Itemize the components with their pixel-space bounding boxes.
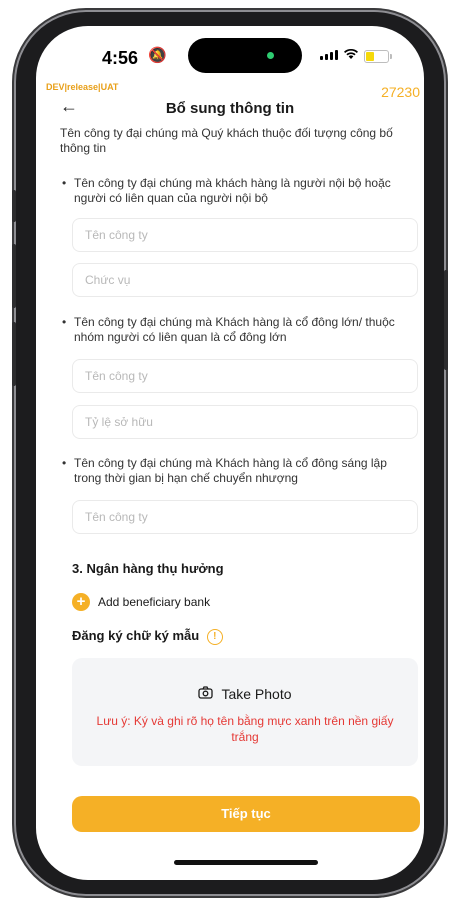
camera-icon: [198, 686, 214, 702]
intro-text: Tên công ty đại chúng mà Quý khách thuộc…: [60, 126, 393, 155]
signature-note: Lưu ý: Ký và ghi rõ họ tên bằng mực xanh…: [96, 714, 394, 744]
status-bar: 4:56 🔕: [36, 26, 424, 84]
silent-switch: [12, 190, 16, 222]
bell-muted-icon: 🔕: [148, 47, 167, 64]
power-button: [444, 270, 448, 370]
bank-section-title: 3. Ngân hàng thụ hưởng: [72, 561, 224, 576]
battery-icon: [364, 50, 389, 63]
signal-icon: [320, 50, 338, 60]
group-3-label: • Tên công ty đại chúng mà Khách hàng là …: [62, 456, 387, 485]
nav-bar: ← Bổ sung thông tin: [36, 96, 424, 128]
group-1-company-input[interactable]: Tên công ty: [72, 218, 418, 252]
page-title: Bổ sung thông tin: [165, 100, 295, 117]
battery-cap: [390, 54, 392, 59]
add-beneficiary-bank-button[interactable]: + Add beneficiary bank: [72, 593, 210, 611]
dynamic-island: [188, 38, 302, 73]
signature-photo-box[interactable]: Take Photo Lưu ý: Ký và ghi rõ họ tên bằ…: [72, 658, 418, 766]
volume-down-button: [12, 322, 16, 386]
group-1-position-input[interactable]: Chức vụ: [72, 263, 418, 297]
volume-up-button: [12, 244, 16, 308]
home-indicator: [174, 860, 318, 865]
group-3-company-input[interactable]: Tên công ty: [72, 500, 418, 534]
signature-title: Đăng ký chữ ký mẫu: [72, 628, 200, 643]
add-beneficiary-bank-label: Add beneficiary bank: [98, 595, 211, 609]
continue-button[interactable]: Tiếp tục: [72, 796, 420, 832]
wifi-icon: [343, 47, 359, 64]
group-2-company-input[interactable]: Tên công ty: [72, 359, 418, 393]
status-time: 4:56: [102, 48, 139, 68]
info-icon[interactable]: !: [206, 628, 223, 645]
signature-section: Đăng ký chữ ký mẫu !: [72, 628, 223, 645]
group-2-label: • Tên công ty đại chúng mà Khách hàng là …: [62, 315, 395, 344]
privacy-dot-icon: [267, 52, 274, 59]
take-photo-button[interactable]: Take Photo: [72, 686, 418, 702]
screen: 4:56 🔕 DEV|release|UAT 27230 ← Bổ sung t…: [36, 26, 424, 880]
env-label: DEV|release|UAT: [46, 82, 119, 92]
group-1-label: • Tên công ty đại chúng mà khách hàng là …: [62, 176, 391, 205]
take-photo-label: Take Photo: [221, 686, 292, 702]
plus-circle-icon: +: [72, 593, 90, 611]
group-2-ownership-input[interactable]: Tỷ lệ sở hữu: [72, 405, 418, 439]
